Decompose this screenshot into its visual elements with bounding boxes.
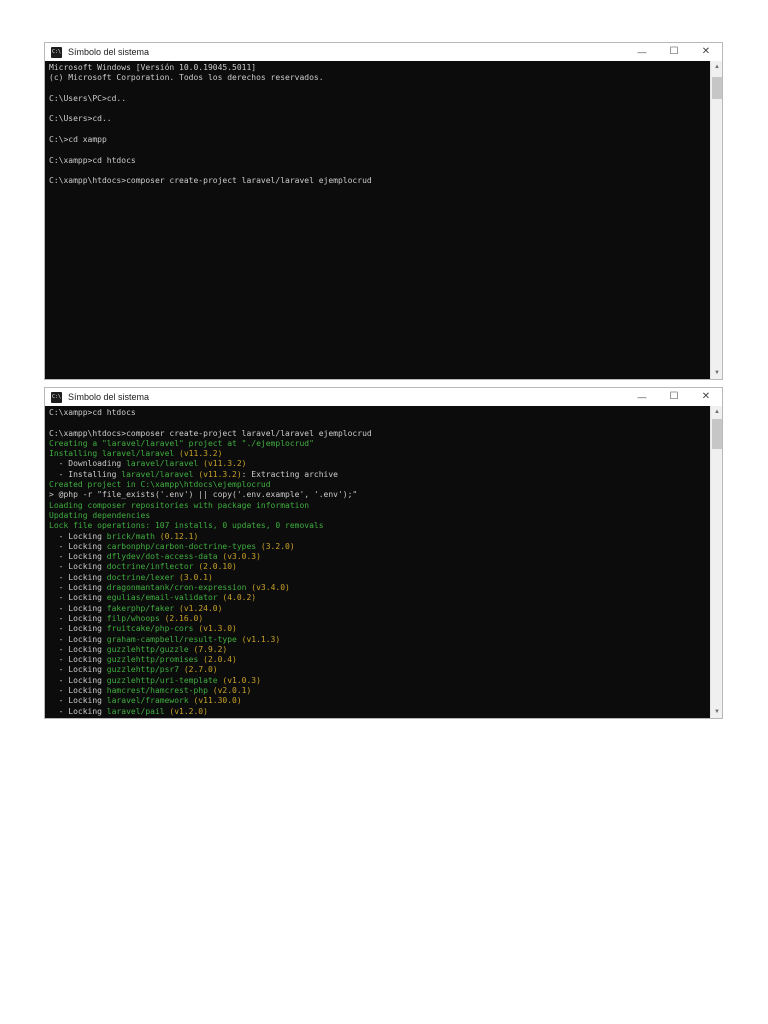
scrollbar[interactable]: ▲ ▼ <box>710 61 722 379</box>
terminal-line: - Locking dragonmantank/cron-expression … <box>49 583 290 593</box>
terminal-line: Loading composer repositories with packa… <box>49 500 310 510</box>
scrollbar[interactable]: ▲ ▼ <box>710 406 722 718</box>
window-controls: — ☐ ✕ <box>626 43 722 61</box>
terminal-line: - Locking doctrine/lexer (3.0.1) <box>49 572 213 582</box>
terminal-line: Creating a "laravel/laravel" project at … <box>49 438 314 448</box>
terminal-output-area[interactable]: Microsoft Windows [Versión 10.0.19045.50… <box>45 61 722 379</box>
terminal-line: Microsoft Windows [Versión 10.0.19045.50… <box>49 63 257 72</box>
terminal-line: C:\xampp\htdocs>composer create-project … <box>49 428 372 438</box>
terminal-line: - Locking guzzlehttp/psr7 (2.7.0) <box>49 665 218 675</box>
terminal-line: - Locking laravel/framework (v11.30.0) <box>49 696 242 706</box>
window-title: Símbolo del sistema <box>68 392 150 402</box>
terminal-line: - Locking hamcrest/hamcrest-php (v2.0.1) <box>49 686 252 696</box>
terminal-line: - Downloading laravel/laravel (v11.3.2) <box>49 459 247 469</box>
scroll-down-icon[interactable]: ▼ <box>711 706 722 718</box>
terminal-line: Lock file operations: 107 installs, 0 up… <box>49 521 324 531</box>
terminal-line: Created project in C:\xampp\htdocs\ejemp… <box>49 480 271 490</box>
terminal-line: - Locking guzzlehttp/uri-template (v1.0.… <box>49 675 261 685</box>
terminal-line: > @php -r "file_exists('.env') || copy('… <box>49 490 358 500</box>
scroll-up-icon[interactable]: ▲ <box>711 61 722 73</box>
terminal-line: - Locking fruitcake/php-cors (v1.3.0) <box>49 624 237 634</box>
terminal-line: - Installing laravel/laravel (v11.3.2): … <box>49 469 338 479</box>
scrollbar-thumb[interactable] <box>712 419 722 449</box>
terminal-line: C:\Users>cd.. <box>49 114 112 124</box>
minimize-button[interactable]: — <box>626 43 658 61</box>
scroll-up-icon[interactable]: ▲ <box>711 406 722 418</box>
terminal-line: - Locking filp/whoops (2.16.0) <box>49 613 204 623</box>
scroll-down-icon[interactable]: ▼ <box>711 367 722 379</box>
terminal-line: - Locking guzzlehttp/promises (2.0.4) <box>49 655 237 665</box>
terminal-lines: C:\xampp>cd htdocs C:\xampp\htdocs>compo… <box>49 408 708 718</box>
titlebar[interactable]: C:\ Símbolo del sistema — ☐ ✕ <box>45 388 722 406</box>
close-button[interactable]: ✕ <box>690 388 722 406</box>
terminal-line: - Locking carbonphp/carbon-doctrine-type… <box>49 541 295 551</box>
terminal-line: C:\Users\PC>cd.. <box>49 93 127 103</box>
titlebar[interactable]: C:\ Símbolo del sistema — ☐ ✕ <box>45 43 722 61</box>
terminal-line: C:\xampp>cd htdocs <box>49 408 136 417</box>
scrollbar-thumb[interactable] <box>712 77 722 99</box>
terminal-line: - Locking laravel/pail (v1.2.0) <box>49 706 208 716</box>
cmd-app-icon: C:\ <box>51 391 62 403</box>
close-button[interactable]: ✕ <box>690 43 722 61</box>
maximize-button[interactable]: ☐ <box>658 43 690 61</box>
terminal-output-area[interactable]: C:\xampp>cd htdocs C:\xampp\htdocs>compo… <box>45 406 722 718</box>
terminal-line: - Locking brick/math (0.12.1) <box>49 531 199 541</box>
terminal-line: - Locking guzzlehttp/guzzle (7.9.2) <box>49 644 228 654</box>
cmd-window-2: C:\ Símbolo del sistema — ☐ ✕ C:\xampp>c… <box>44 387 723 719</box>
terminal-line: - Locking egulias/email-validator (4.0.2… <box>49 593 257 603</box>
page-background: C:\ Símbolo del sistema — ☐ ✕ Microsoft … <box>0 0 768 1024</box>
terminal-line: - Locking fakerphp/faker (v1.24.0) <box>49 603 223 613</box>
terminal-line: (c) Microsoft Corporation. Todos los der… <box>49 73 324 83</box>
terminal-line: Updating dependencies <box>49 510 151 520</box>
terminal-lines: Microsoft Windows [Versión 10.0.19045.50… <box>49 63 708 379</box>
terminal-line: C:\xampp\htdocs>composer create-project … <box>49 176 372 186</box>
terminal-line: - Locking doctrine/inflector (2.0.10) <box>49 562 237 572</box>
terminal-line: Installing laravel/laravel (v11.3.2) <box>49 449 223 459</box>
cmd-app-icon: C:\ <box>51 46 62 58</box>
cmd-window-1: C:\ Símbolo del sistema — ☐ ✕ Microsoft … <box>44 42 723 380</box>
terminal-line: C:\xampp>cd htdocs <box>49 155 136 165</box>
terminal-line: C:\>cd xampp <box>49 135 107 145</box>
minimize-button[interactable]: — <box>626 388 658 406</box>
window-controls: — ☐ ✕ <box>626 388 722 406</box>
maximize-button[interactable]: ☐ <box>658 388 690 406</box>
window-title: Símbolo del sistema <box>68 47 150 57</box>
terminal-line: - Locking dflydev/dot-access-data (v3.0.… <box>49 552 261 562</box>
terminal-line: - Locking graham-campbell/result-type (v… <box>49 634 281 644</box>
